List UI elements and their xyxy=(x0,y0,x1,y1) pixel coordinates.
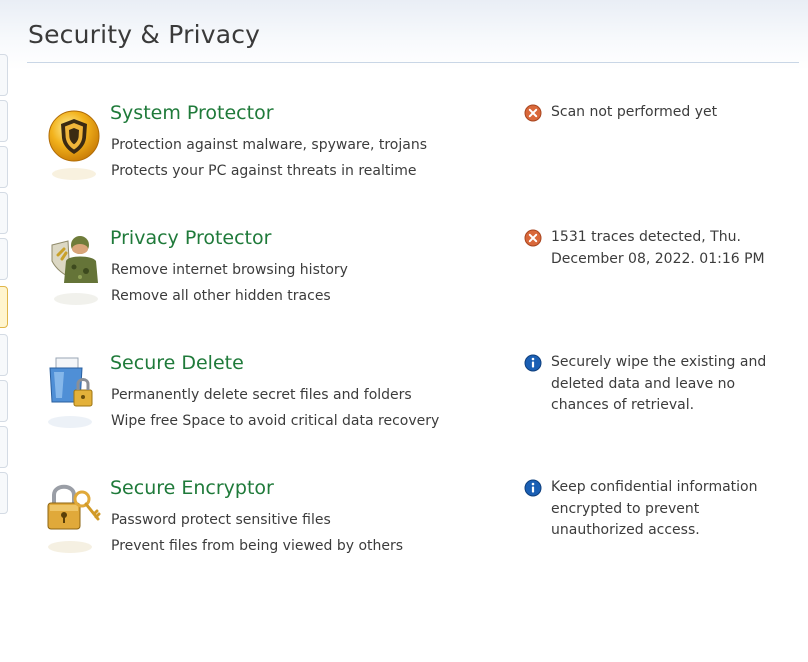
shredder-lock-icon xyxy=(44,356,104,440)
sidebar-tab[interactable] xyxy=(0,192,8,234)
sidebar-tab[interactable] xyxy=(0,238,8,280)
status-text: 1531 traces detected, Thu. December 08, … xyxy=(551,229,765,267)
error-icon xyxy=(524,104,542,122)
info-icon xyxy=(524,479,542,497)
status-text: Scan not performed yet xyxy=(551,104,718,120)
header-divider xyxy=(27,62,799,63)
feature-description: Remove internet browsing history xyxy=(111,262,348,278)
feature-description: Remove all other hidden traces xyxy=(111,288,331,304)
feature-description: Wipe free Space to avoid critical data r… xyxy=(111,413,440,429)
sidebar-tab[interactable] xyxy=(0,100,8,142)
feature-title[interactable]: Secure Delete xyxy=(110,352,244,374)
feature-title[interactable]: System Protector xyxy=(110,102,274,124)
page-title: Security & Privacy xyxy=(28,20,261,49)
error-icon xyxy=(524,229,542,247)
feature-description: Protects your PC against threats in real… xyxy=(111,163,417,179)
padlock-key-icon xyxy=(44,481,104,565)
feature-description: Password protect sensitive files xyxy=(111,512,331,528)
feature-secure-encryptor: Secure Encryptor Password protect sensit… xyxy=(44,477,784,587)
privacy-guard-icon xyxy=(44,231,104,315)
feature-description: Permanently delete secret files and fold… xyxy=(111,387,412,403)
sidebar-tab[interactable] xyxy=(0,472,8,514)
status-text: Keep confidential information encrypted … xyxy=(551,479,758,538)
feature-description: Protection against malware, spyware, tro… xyxy=(111,137,428,153)
sidebar-tabs xyxy=(0,54,8,524)
feature-title[interactable]: Secure Encryptor xyxy=(110,477,274,499)
sidebar-tab[interactable] xyxy=(0,54,8,96)
info-icon xyxy=(524,354,542,372)
feature-privacy-protector: Privacy Protector Remove internet browsi… xyxy=(44,227,784,337)
sidebar-tab[interactable] xyxy=(0,146,8,188)
sidebar-tab-security-privacy[interactable] xyxy=(0,286,8,328)
feature-secure-delete: Secure Delete Permanently delete secret … xyxy=(44,352,784,462)
status-text: Securely wipe the existing and deleted d… xyxy=(551,354,767,413)
sidebar-tab[interactable] xyxy=(0,426,8,468)
sidebar-tab[interactable] xyxy=(0,380,8,422)
feature-title[interactable]: Privacy Protector xyxy=(110,227,271,249)
feature-system-protector: System Protector Protection against malw… xyxy=(44,102,784,212)
sidebar-tab[interactable] xyxy=(0,334,8,376)
shield-icon xyxy=(44,106,104,190)
feature-description: Prevent files from being viewed by other… xyxy=(111,538,404,554)
